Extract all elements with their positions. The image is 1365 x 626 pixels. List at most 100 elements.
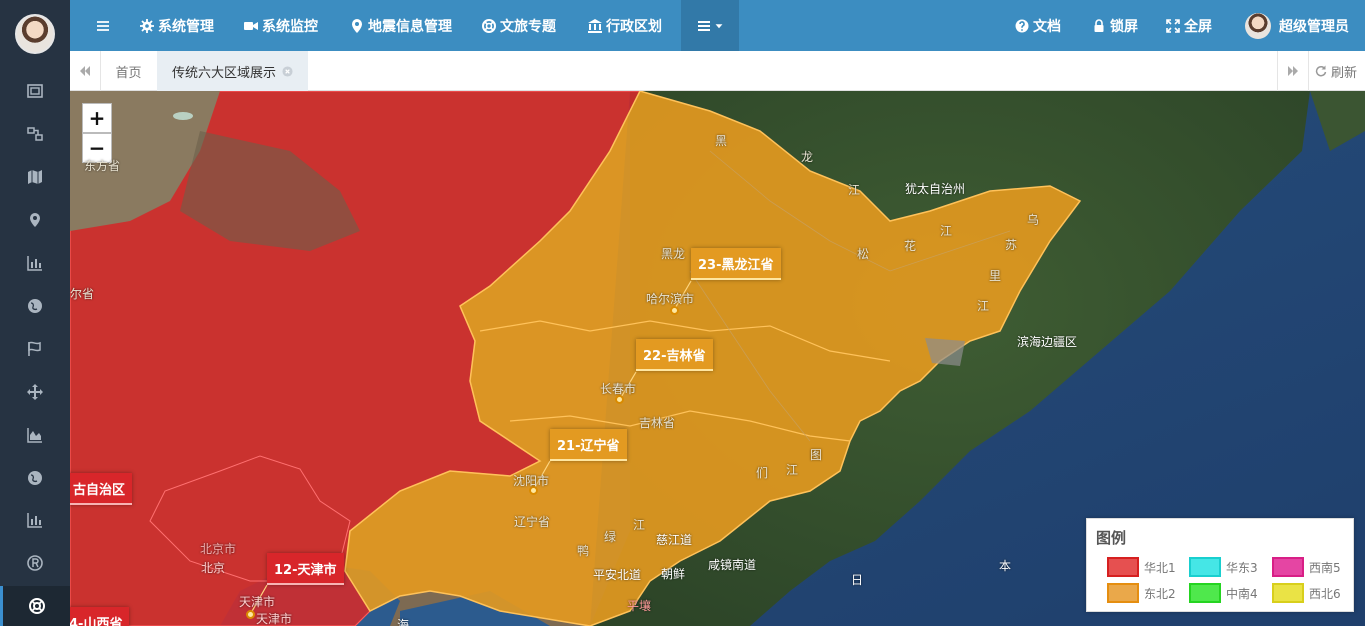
river-label: 江 <box>848 183 861 197</box>
river-label: 江 <box>977 299 990 313</box>
river-label: 江 <box>633 518 646 532</box>
legend-item[interactable]: 西南5 <box>1272 557 1341 577</box>
caret-down-icon <box>715 23 723 28</box>
city-marker[interactable] <box>246 610 255 619</box>
river-label: 龙 <box>801 150 814 164</box>
lifebuoy-icon[interactable] <box>0 586 70 626</box>
zoom-in-button[interactable]: + <box>82 103 112 133</box>
flag-icon[interactable] <box>0 329 70 369</box>
place-label: 天津市 <box>256 612 293 626</box>
close-icon[interactable] <box>282 65 293 77</box>
region-label-jilin[interactable]: 22-吉林省 <box>636 339 713 371</box>
tabs-scroll-right-button[interactable] <box>1278 51 1308 91</box>
region-label-tianjin[interactable]: 12-天津市 <box>267 553 344 585</box>
map-icon[interactable] <box>0 157 70 197</box>
menu-more-dropdown[interactable] <box>681 0 739 51</box>
menu-system-manage[interactable]: 系统管理 <box>140 0 214 51</box>
river-label: 乌 <box>1027 213 1040 227</box>
lifebuoy-icon <box>482 18 496 33</box>
legend-title: 图例 <box>1096 529 1127 547</box>
menu-culture-tourism[interactable]: 文旅专题 <box>482 0 556 51</box>
place-label: 犹太自治州 <box>905 182 966 196</box>
place-label: 哈尔滨市 <box>646 292 695 306</box>
place-label: 朝鲜 <box>661 567 686 581</box>
refresh-button[interactable]: 刷新 <box>1315 51 1357 91</box>
place-label: 咸镜南道 <box>708 558 757 572</box>
place-label: 长春市 <box>600 382 637 396</box>
lock-icon <box>1094 18 1104 32</box>
tab-six-regions[interactable]: 传统六大区域展示 <box>157 51 308 91</box>
registered-icon[interactable] <box>0 543 70 583</box>
menu-system-monitor[interactable]: 系统监控 <box>244 0 318 51</box>
place-label: 北京市 <box>200 542 237 556</box>
city-marker[interactable] <box>670 306 679 315</box>
user-menu[interactable]: 超级管理员 <box>1245 0 1349 51</box>
sea-label: 日 <box>851 573 864 587</box>
fullscreen-button[interactable]: 全屏 <box>1166 0 1212 51</box>
river-label: 图 <box>810 448 823 462</box>
network-icon[interactable] <box>0 114 70 154</box>
place-label: 平安北道 <box>593 568 642 582</box>
globe-icon[interactable] <box>0 286 70 326</box>
region-label-shanxi[interactable]: 4-山西省 <box>70 607 130 626</box>
legend-swatch <box>1107 583 1139 603</box>
place-label: 辽宁省 <box>514 515 551 529</box>
fullscreen-icon <box>1166 18 1180 33</box>
legend-item[interactable]: 中南4 <box>1189 583 1258 603</box>
region-label-liaoning[interactable]: 21-辽宁省 <box>550 429 627 461</box>
river-label: 花 <box>904 239 917 253</box>
top-header: 系统管理 系统监控 地震信息管理 文旅专题 行政区划 文档 锁屏 全屏 超级管理… <box>70 0 1365 51</box>
river-label: 江 <box>940 224 953 238</box>
marker-icon[interactable] <box>0 200 70 240</box>
sea-label: 海 <box>397 618 410 626</box>
legend-swatch <box>1107 557 1139 577</box>
legend-item[interactable]: 西北6 <box>1272 583 1341 603</box>
sea-label: 本 <box>999 559 1012 573</box>
legend-item[interactable]: 华北1 <box>1107 557 1176 577</box>
place-label: 东方省 <box>84 159 121 173</box>
list-icon <box>698 20 710 31</box>
menu-admin-division[interactable]: 行政区划 <box>588 0 662 51</box>
place-label: 尔省 <box>70 287 95 301</box>
tab-home[interactable]: 首页 <box>101 51 156 91</box>
place-label: 平壤 <box>627 599 652 613</box>
river-label: 苏 <box>1005 238 1018 252</box>
river-label: 们 <box>756 466 769 480</box>
lock-screen-button[interactable]: 锁屏 <box>1092 0 1138 51</box>
river-label: 绿 <box>604 530 617 544</box>
gear-icon <box>140 18 154 33</box>
river-label: 黑 <box>715 134 728 148</box>
region-label-inner-mongolia[interactable]: 古自治区 <box>70 473 133 505</box>
globe-icon[interactable] <box>0 458 70 498</box>
river-label: 鸭 <box>577 544 590 558</box>
hamburger-icon <box>97 20 109 31</box>
bar-chart-icon[interactable] <box>0 500 70 540</box>
place-label: 滨海边疆区 <box>1017 335 1078 349</box>
area-chart-icon[interactable] <box>0 415 70 455</box>
menu-toggle-button[interactable] <box>96 0 110 51</box>
user-avatar[interactable] <box>15 14 55 54</box>
screen-icon[interactable] <box>0 71 70 111</box>
marker-icon <box>352 18 362 33</box>
camera-icon <box>244 21 258 30</box>
move-icon[interactable] <box>0 372 70 412</box>
legend-item[interactable]: 东北2 <box>1107 583 1176 603</box>
forward-icon <box>1288 66 1298 76</box>
river-label: 江 <box>786 463 799 477</box>
menu-earthquake-info[interactable]: 地震信息管理 <box>350 0 452 51</box>
legend-item[interactable]: 华东3 <box>1189 557 1258 577</box>
region-label-heilongjiang[interactable]: 23-黑龙江省 <box>691 248 781 280</box>
docs-link[interactable]: 文档 <box>1015 0 1061 51</box>
place-label: 黑龙 <box>661 247 686 261</box>
tabs-bar: 首页 传统六大区域展示 刷新 <box>70 51 1365 91</box>
bar-chart-icon[interactable] <box>0 243 70 283</box>
place-label: 天津市 <box>239 595 276 609</box>
place-label: 吉林省 <box>639 416 676 430</box>
legend-swatch <box>1189 557 1221 577</box>
user-avatar <box>1245 12 1271 39</box>
river-label: 里 <box>989 269 1002 283</box>
place-label: 北京 <box>201 561 226 575</box>
legend-swatch <box>1189 583 1221 603</box>
tabs-scroll-left-button[interactable] <box>70 51 100 91</box>
backward-icon <box>80 66 90 76</box>
